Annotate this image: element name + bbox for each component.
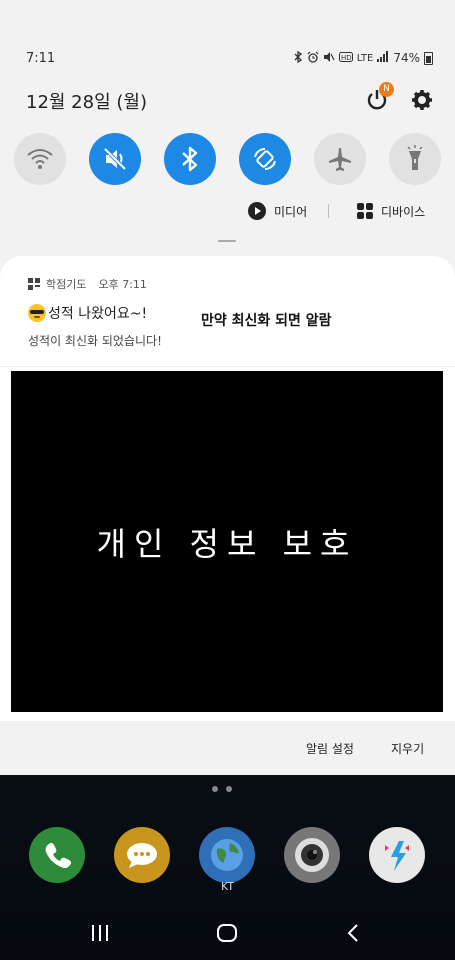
card-divider (0, 366, 455, 367)
devices-button[interactable]: 디바이스 (357, 201, 425, 221)
notification-actions-bar (0, 721, 455, 775)
notification-time: 오후 7:11 (98, 278, 147, 291)
page-indicator (212, 786, 232, 792)
privacy-label: 개인 정보 보호 (96, 524, 358, 563)
network-type: LTE (356, 52, 374, 64)
home-icon (217, 924, 237, 942)
media-label: 미디어 (274, 204, 308, 219)
home-button[interactable] (212, 918, 242, 948)
battery-icon (424, 51, 433, 65)
devices-icon (357, 203, 373, 219)
notification-body: 성적이 최신화 되었습니다! (28, 334, 162, 348)
mute-status-icon (323, 51, 335, 66)
airplane-toggle[interactable] (314, 133, 366, 185)
hd-voice-icon: HD (338, 51, 353, 65)
privacy-redaction-block: 개인 정보 보호 (11, 371, 443, 712)
notification-title-row: 성적 나왔어요~! (28, 303, 147, 323)
flashlight-toggle[interactable] (389, 133, 441, 185)
back-button[interactable] (339, 918, 369, 948)
flashlight-icon (407, 145, 423, 170)
devices-label: 디바이스 (381, 204, 426, 219)
play-icon (248, 202, 266, 220)
recent-apps-button[interactable] (85, 918, 115, 948)
media-button[interactable]: 미디어 (248, 201, 307, 221)
airplane-icon (329, 148, 351, 171)
notification-badge: N (379, 82, 394, 97)
custom-app-icon[interactable] (369, 827, 425, 883)
bluetooth-icon (182, 146, 198, 172)
gear-icon (412, 90, 432, 110)
phone-app-icon[interactable] (29, 827, 85, 883)
app-icon (28, 278, 40, 290)
status-time: 7:11 (26, 50, 56, 66)
back-icon (347, 924, 358, 942)
status-bar: 7:11 HD LTE 74% (26, 48, 433, 68)
sunglasses-emoji-icon (28, 304, 46, 322)
notification-header: 학점기도 오후 7:11 (28, 276, 147, 292)
bluetooth-toggle[interactable] (164, 133, 216, 185)
sound-mute-icon (103, 147, 127, 171)
media-divider (328, 204, 329, 218)
wifi-toggle[interactable] (14, 133, 66, 185)
date-label: 12월 28일 (월) (26, 92, 147, 113)
settings-button[interactable] (409, 87, 435, 113)
panel-drag-handle[interactable] (218, 240, 236, 242)
notification-title: 성적 나왔어요~! (48, 306, 148, 322)
auto-rotate-toggle[interactable] (239, 133, 291, 185)
dock-carrier-label: KT (221, 880, 235, 893)
recent-apps-icon (92, 925, 108, 941)
alarm-status-icon (307, 51, 319, 66)
notification-app-name: 학점기도 (46, 278, 87, 291)
clear-notifications-button[interactable]: 지우기 (391, 740, 424, 757)
battery-percent: 74% (393, 51, 420, 65)
annotation-note: 만약 최신화 되면 알람 (201, 313, 332, 329)
svg-text:HD: HD (341, 54, 352, 62)
signal-icon (377, 51, 389, 65)
notification-settings-button[interactable]: 알림 설정 (306, 740, 354, 757)
messages-app-icon[interactable] (114, 827, 170, 883)
camera-app-icon[interactable] (284, 827, 340, 883)
auto-rotate-icon (254, 147, 276, 171)
sound-toggle[interactable] (89, 133, 141, 185)
bluetooth-status-icon (294, 50, 303, 66)
internet-app-icon[interactable] (199, 827, 255, 883)
wifi-icon (27, 149, 53, 169)
